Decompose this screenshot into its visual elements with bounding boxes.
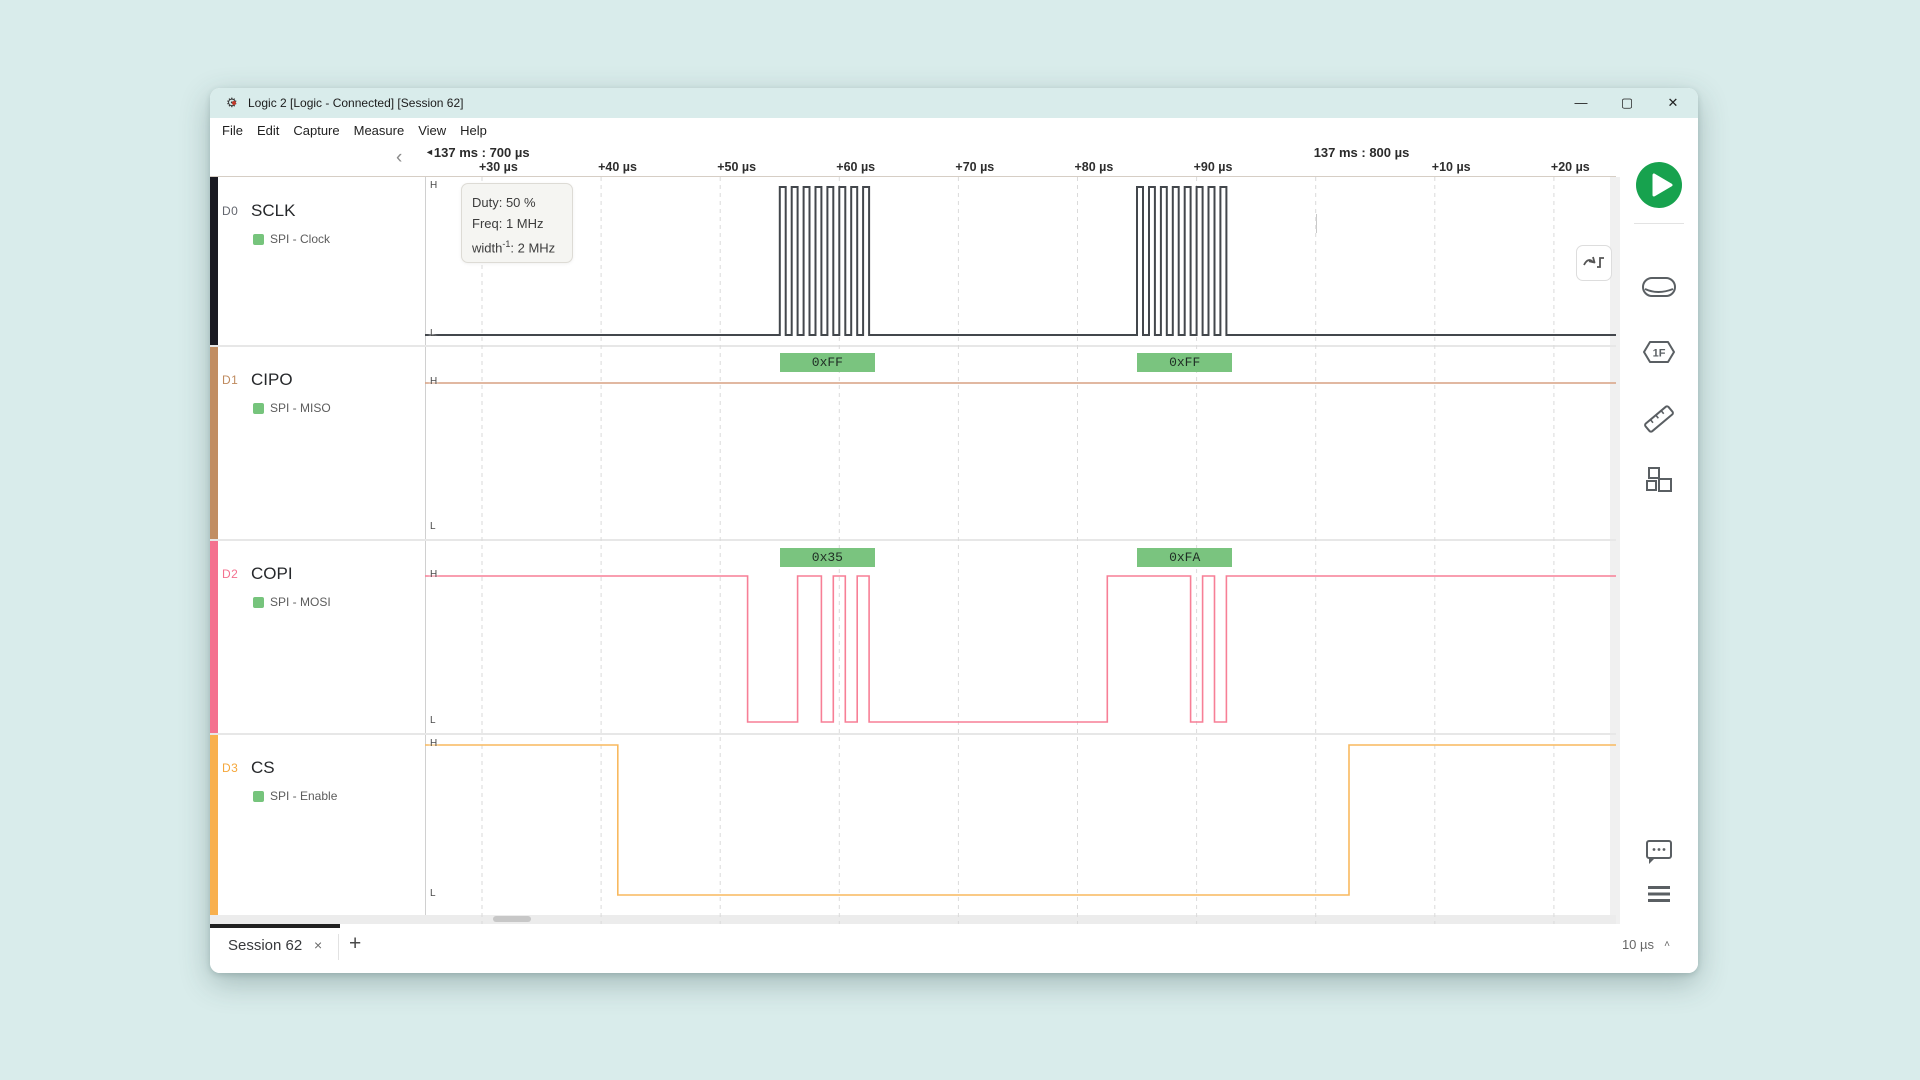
collapse-panel-chevron[interactable]: ‹ — [396, 148, 402, 167]
tooltip-width-inv: width-1: 2 MHz — [472, 234, 572, 258]
next-edge-icon — [1577, 246, 1611, 280]
timescale-value[interactable]: 10 µs — [1622, 937, 1654, 952]
analyzer-color-square — [253, 791, 264, 802]
channel-analyzer-label: SPI - Enable — [270, 789, 337, 803]
channel-color-bar-d0 — [210, 177, 218, 346]
low-level-label: L — [430, 715, 436, 726]
jump-to-edge-button[interactable] — [1576, 245, 1612, 281]
channel-analyzer-label: SPI - MISO — [270, 401, 331, 415]
ruler-tick-label: +30 µs — [479, 160, 518, 174]
menu-item-file[interactable]: File — [222, 118, 243, 144]
active-tab-indicator — [210, 924, 340, 928]
waveform-canvas — [425, 177, 1616, 924]
tooltip-freq: Freq: 1 MHz — [472, 213, 572, 234]
high-level-label: H — [430, 180, 437, 191]
menu-item-help[interactable]: Help — [460, 118, 487, 144]
device-icon[interactable] — [1640, 275, 1678, 301]
right-sidebar: 1F — [1620, 118, 1698, 972]
tab-session[interactable]: Session 62 — [228, 937, 302, 954]
menu-item-view[interactable]: View — [418, 118, 446, 144]
ruler-tick-label: +10 µs — [1432, 160, 1471, 174]
menu-item-capture[interactable]: Capture — [293, 118, 339, 144]
channel-name: CIPO — [251, 370, 293, 390]
ruler-tick-label: +60 µs — [836, 160, 875, 174]
tab-divider — [338, 934, 339, 960]
channel-id: D2 — [222, 567, 238, 581]
new-tab-button[interactable]: + — [349, 932, 361, 956]
window-title: Logic 2 [Logic - Connected] [Session 62] — [248, 96, 463, 110]
ruler-tick-label: +20 µs — [1551, 160, 1590, 174]
maximize-button[interactable]: ▢ — [1612, 91, 1642, 115]
measurement-tooltip: Duty: 50 % Freq: 1 MHz width-1: 2 MHz — [461, 183, 573, 263]
menu-item-edit[interactable]: Edit — [257, 118, 279, 144]
ruler-origin-label: ◄137 ms : 700 µs — [425, 145, 530, 160]
analyzers-1f-icon[interactable]: 1F — [1641, 338, 1677, 366]
high-level-label: H — [430, 376, 437, 387]
timeline-ruler: ‹ ◄137 ms : 700 µs 137 ms : 800 µs +30 µs +… — [210, 144, 1616, 177]
waveform-cs — [425, 745, 1616, 895]
extensions-icon[interactable] — [1644, 466, 1674, 496]
channel-color-bar-d3 — [210, 734, 218, 915]
waveform-sclk — [425, 187, 1616, 335]
menu-bar: File Edit Capture Measure View Help — [210, 118, 1698, 144]
channel-name: COPI — [251, 564, 293, 584]
decoded-byte-badge: 0x35 — [780, 548, 875, 567]
timescale-chevron-icon[interactable]: ˄ — [1664, 939, 1670, 950]
analyzer-color-square — [253, 597, 264, 608]
hamburger-menu-icon[interactable] — [1646, 884, 1672, 904]
tab-close-icon[interactable]: × — [314, 937, 322, 953]
channel-name: SCLK — [251, 201, 295, 221]
play-button[interactable] — [1636, 162, 1682, 208]
horizontal-scrollbar-thumb[interactable] — [493, 916, 531, 922]
waveform-copi — [425, 576, 1616, 722]
low-level-label: L — [430, 888, 436, 899]
decoded-byte-badge: 0xFF — [1137, 353, 1232, 372]
channel-color-bar-d1 — [210, 346, 218, 540]
channel-name: CS — [251, 758, 275, 778]
decoded-byte-badge: 0xFF — [780, 353, 875, 372]
title-bar: ⚙ Logic 2 [Logic - Connected] [Session 6… — [210, 88, 1698, 118]
bottom-tab-bar: Session 62 × + 10 µs ˄ — [210, 924, 1698, 973]
ruler-tick-label: +70 µs — [955, 160, 994, 174]
channel-analyzer-label: SPI - MOSI — [270, 595, 331, 609]
channel-analyzer-label: SPI - Clock — [270, 232, 330, 246]
decoded-byte-badge: 0xFA — [1137, 548, 1232, 567]
ruler-tick-label: +40 µs — [598, 160, 637, 174]
low-level-label: L — [430, 328, 436, 339]
ruler-tick-label: +50 µs — [717, 160, 756, 174]
ruler-tick-label: +80 µs — [1075, 160, 1114, 174]
analyzer-color-square — [253, 403, 264, 414]
channel-id: D1 — [222, 373, 238, 387]
sidebar-divider — [1634, 223, 1684, 224]
logic2-app-icon: ⚙ — [226, 95, 242, 111]
tooltip-duty: Duty: 50 % — [472, 192, 572, 213]
minimize-button[interactable]: — — [1566, 91, 1596, 115]
ruler-major-label: 137 ms : 800 µs — [1314, 145, 1410, 160]
close-button[interactable]: ✕ — [1658, 91, 1688, 115]
channel-id: D3 — [222, 761, 238, 775]
svg-text:1F: 1F — [1653, 348, 1666, 360]
ruler-tick-label: +90 µs — [1194, 160, 1233, 174]
measure-ruler-icon[interactable] — [1642, 402, 1676, 436]
menu-item-measure[interactable]: Measure — [354, 118, 405, 144]
app-window: ⚙ Logic 2 [Logic - Connected] [Session 6… — [210, 88, 1698, 973]
high-level-label: H — [430, 738, 437, 749]
channel-color-bar-d2 — [210, 540, 218, 734]
chat-icon[interactable] — [1644, 838, 1674, 868]
analyzer-color-square — [253, 234, 264, 245]
channel-id: D0 — [222, 204, 238, 218]
low-level-label: L — [430, 521, 436, 532]
channel-label-panel: D0 SCLK SPI - Clock D1 CIPO SPI - MISO D2 COPI S… — [210, 177, 425, 915]
high-level-label: H — [430, 569, 437, 580]
